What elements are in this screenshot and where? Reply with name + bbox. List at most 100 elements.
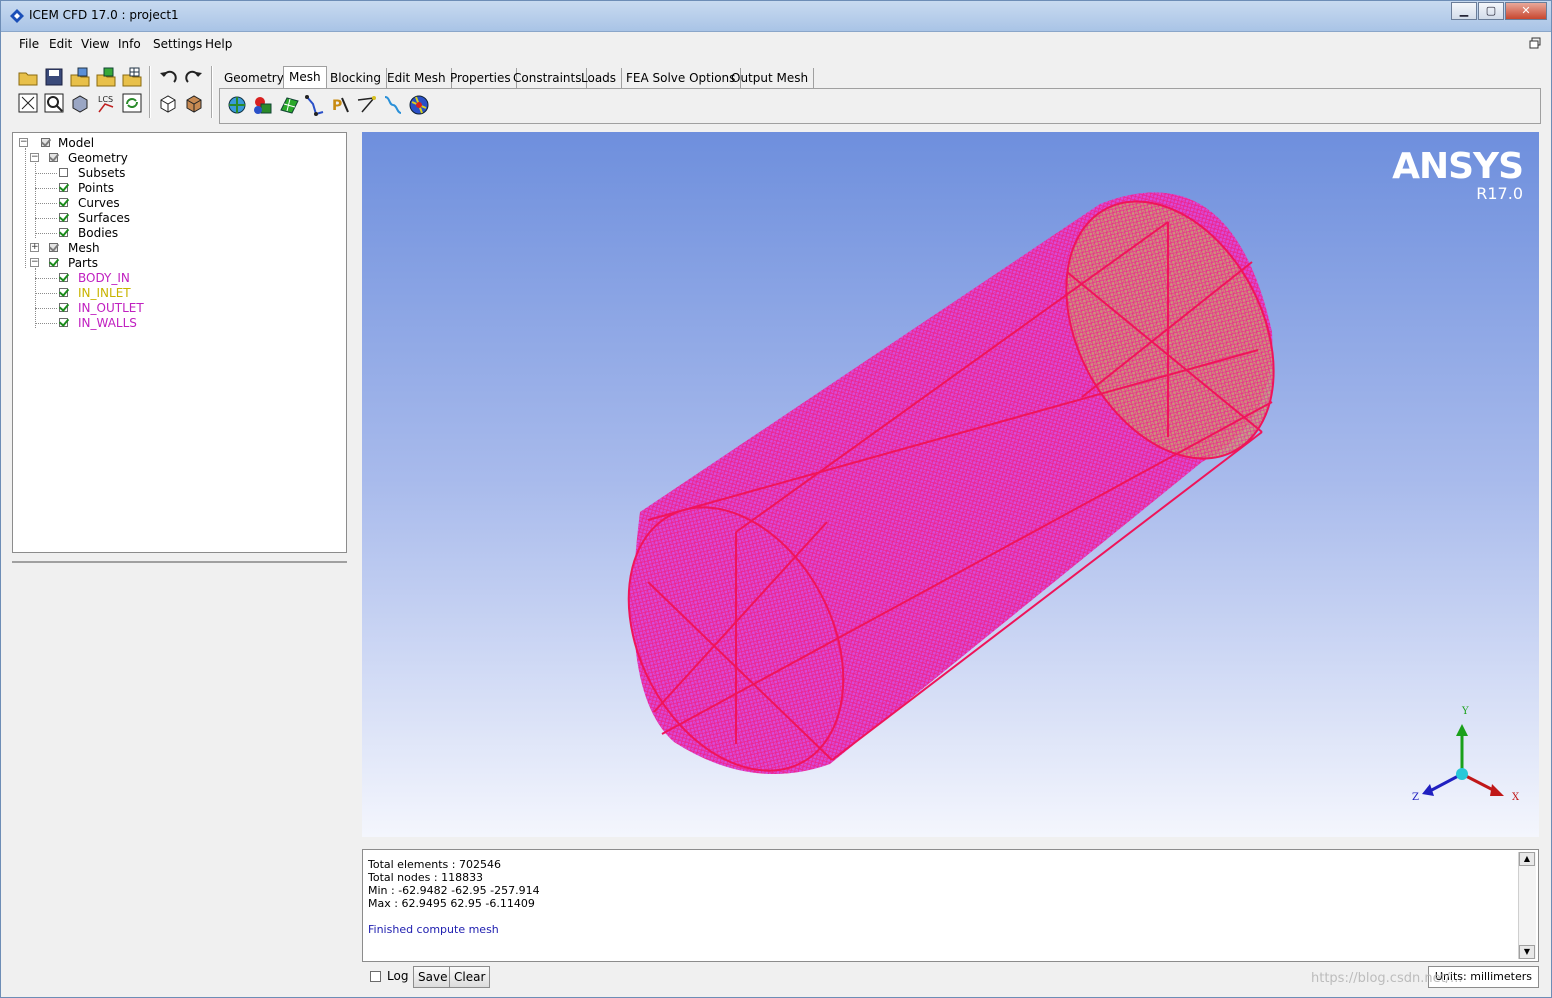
title-bar: ICEM CFD 17.0 : project1 ▁ ▢ ✕ [1,1,1551,32]
part-in-inlet-checkbox[interactable] [59,288,68,297]
tree-item-points[interactable]: Points [78,181,114,195]
toolbar-separator [211,66,213,118]
mesh-expand-toggle[interactable]: + [30,243,39,252]
close-button[interactable]: ✕ [1505,2,1547,20]
menu-file[interactable]: File [19,37,39,51]
tree-item-bodies[interactable]: Bodies [78,226,118,240]
watermark: https://blog.csdn.net/... [1311,971,1463,986]
console-line: Total nodes : 118833 [368,871,484,884]
toolbar-separator [149,66,151,118]
tree-item-model[interactable]: Model [58,136,94,150]
tree-item-part-in-outlet[interactable]: IN_OUTLET [78,301,144,315]
tree-item-geometry[interactable]: Geometry [68,151,128,165]
geometry-visibility-checkbox[interactable] [49,153,58,162]
tab-fea-solve-options[interactable]: FEA Solve Options [621,68,742,88]
model-tree-panel: − Model − Geometry Subsets Points Curves… [12,132,347,553]
curve-mesh-setup-icon[interactable] [304,94,326,116]
open-mesh-icon[interactable] [121,66,143,88]
open-project-icon[interactable] [17,66,39,88]
tab-output-mesh[interactable]: Output Mesh [726,68,815,88]
tab-loads[interactable]: Loads [576,68,623,88]
solid-view-icon[interactable] [157,92,179,114]
geometry-collapse-toggle[interactable]: − [30,153,39,162]
menu-edit[interactable]: Edit [49,37,72,51]
tree-item-surfaces[interactable]: Surfaces [78,211,130,225]
console-status-line: Finished compute mesh [368,923,499,936]
graphics-viewport[interactable]: ANSYS R17.0 Y X Z [362,132,1539,837]
axis-x-label: X [1512,792,1520,803]
part-mesh-setup-icon[interactable] [252,94,274,116]
tree-item-part-in-inlet[interactable]: IN_INLET [78,286,131,300]
model-collapse-toggle[interactable]: − [19,138,28,147]
model-visibility-checkbox[interactable] [41,138,50,147]
bodies-visibility-checkbox[interactable] [59,228,68,237]
maximize-button[interactable]: ▢ [1478,2,1504,20]
refresh-icon[interactable] [121,92,143,114]
compute-mesh-icon[interactable] [408,94,430,116]
fit-window-icon[interactable] [17,92,39,114]
part-in-outlet-checkbox[interactable] [59,303,68,312]
tab-geometry[interactable]: Geometry [219,68,290,88]
tree-item-part-body-in[interactable]: BODY_IN [78,271,130,285]
message-console: Total elements : 702546 Total nodes : 11… [362,849,1539,962]
tree-item-mesh[interactable]: Mesh [68,241,100,255]
shaded-view-icon[interactable] [183,92,205,114]
console-line: Min : -62.9482 -62.95 -257.914 [368,884,540,897]
mesh-visibility-checkbox[interactable] [49,243,58,252]
mesh-curve-icon[interactable] [382,94,404,116]
tree-item-curves[interactable]: Curves [78,196,120,210]
svg-text:LCS: LCS [98,95,113,104]
tab-blocking[interactable]: Blocking [325,68,388,88]
part-in-walls-checkbox[interactable] [59,318,68,327]
mesh-model-svg [627,192,1504,796]
svg-text:P: P [332,98,342,114]
wireframe-icon[interactable] [69,92,91,114]
part-body-in-checkbox[interactable] [59,273,68,282]
save-log-button[interactable]: Save [413,966,453,988]
tree-item-subsets[interactable]: Subsets [78,166,125,180]
undo-icon[interactable] [157,66,179,88]
scroll-down-icon[interactable]: ▼ [1519,945,1535,959]
curves-visibility-checkbox[interactable] [59,198,68,207]
redo-icon[interactable] [183,66,205,88]
points-visibility-checkbox[interactable] [59,183,68,192]
details-panel [12,561,347,993]
lcs-icon[interactable]: LCS [95,92,117,114]
mesh-tab-toolbar: P [219,88,1541,124]
axis-y-label: Y [1462,706,1469,717]
menu-bar: File Edit View Info Settings Help [5,32,1547,56]
subsets-visibility-checkbox[interactable] [59,168,68,177]
clear-log-button[interactable]: Clear [449,966,491,988]
create-mesh-density-icon[interactable]: P [330,94,352,116]
console-scrollbar[interactable]: ▲ ▼ [1518,852,1536,959]
define-connectors-icon[interactable] [356,94,378,116]
tree-item-part-in-walls[interactable]: IN_WALLS [78,316,137,330]
tree-item-parts[interactable]: Parts [68,256,98,270]
open-geometry-icon[interactable] [69,66,91,88]
console-line: Max : 62.9495 62.95 -6.11409 [368,897,535,910]
save-project-icon[interactable] [43,66,65,88]
tab-mesh[interactable]: Mesh [283,66,327,89]
log-checkbox[interactable] [370,971,381,982]
parts-visibility-checkbox[interactable] [49,258,58,267]
open-blocking-icon[interactable] [95,66,117,88]
scroll-up-icon[interactable]: ▲ [1519,852,1535,866]
menu-help[interactable]: Help [205,37,232,51]
menu-settings[interactable]: Settings [153,37,202,51]
tab-properties[interactable]: Properties [445,68,517,88]
app-window: ICEM CFD 17.0 : project1 ▁ ▢ ✕ File Edit… [0,0,1552,998]
minimize-button[interactable]: ▁ [1451,2,1477,20]
window-title: ICEM CFD 17.0 : project1 [29,8,179,22]
surfaces-visibility-checkbox[interactable] [59,213,68,222]
cylinder-mesh [627,192,1275,775]
log-label: Log [387,969,409,983]
axis-triad [1422,724,1504,796]
zoom-icon[interactable] [43,92,65,114]
surface-mesh-setup-icon[interactable] [278,94,300,116]
restore-window-icon[interactable] [1529,37,1541,49]
tab-edit-mesh[interactable]: Edit Mesh [382,68,452,88]
global-mesh-setup-icon[interactable] [226,94,248,116]
menu-info[interactable]: Info [118,37,141,51]
parts-collapse-toggle[interactable]: − [30,258,39,267]
menu-view[interactable]: View [81,37,109,51]
